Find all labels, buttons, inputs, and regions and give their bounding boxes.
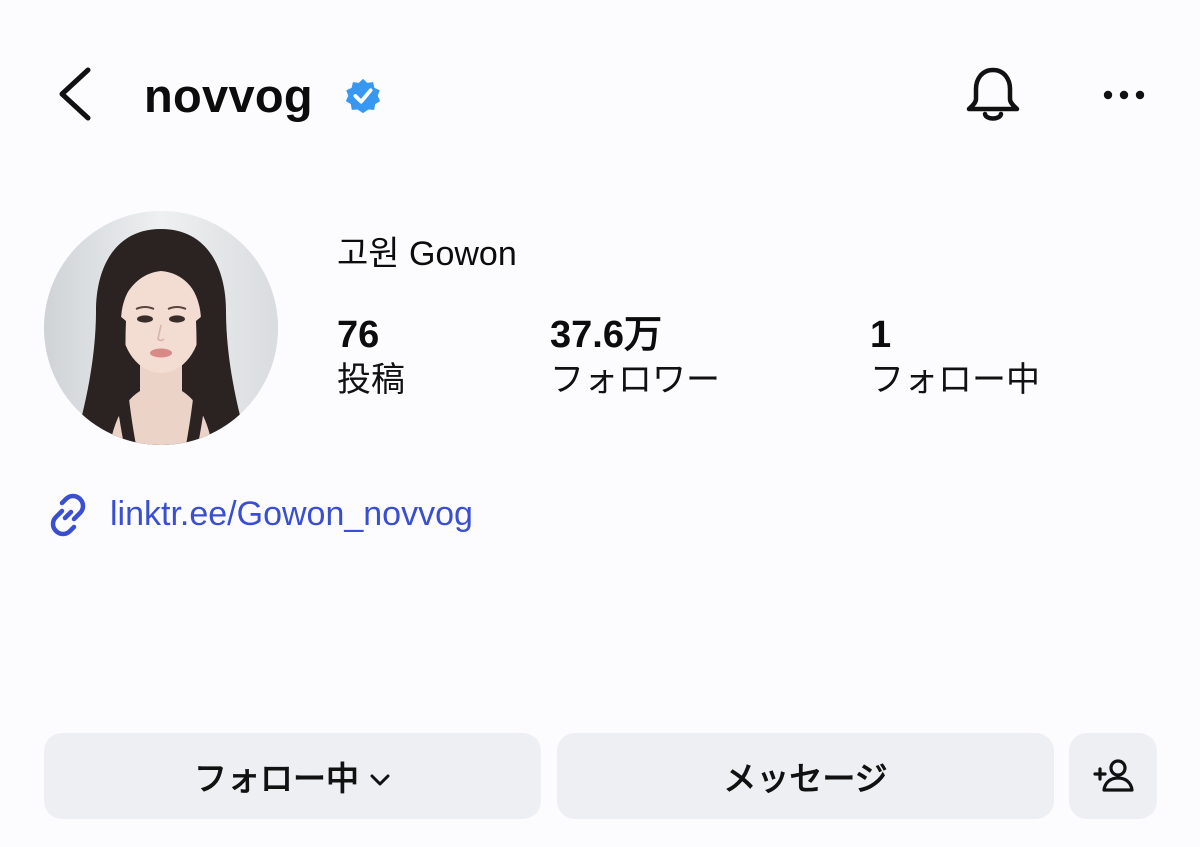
more-options-button[interactable]: [1098, 78, 1150, 112]
message-button[interactable]: メッセージ: [557, 733, 1054, 819]
posts-label: 投稿: [337, 361, 405, 399]
following-dropdown-button[interactable]: フォロー中: [44, 733, 541, 819]
back-button[interactable]: [52, 62, 100, 126]
chevron-down-icon: [369, 757, 391, 795]
posts-count: 76: [337, 314, 380, 356]
bell-icon: [966, 67, 1020, 121]
profile-username: novvog: [144, 69, 313, 122]
suggest-people-button[interactable]: [1069, 733, 1157, 819]
message-button-label: メッセージ: [723, 760, 888, 797]
display-name: 고원 Gowon: [337, 235, 517, 273]
more-horizontal-icon: [1103, 90, 1145, 100]
posts-stat[interactable]: 76 投稿: [337, 312, 405, 402]
following-count: 1: [870, 314, 892, 356]
following-stat[interactable]: 1 フォロー中: [870, 312, 1040, 402]
profile-link[interactable]: linktr.ee/Gowon_novvog: [110, 492, 473, 536]
notifications-button[interactable]: [960, 62, 1026, 128]
link-icon: [44, 491, 92, 539]
add-person-icon: [1093, 759, 1134, 792]
followers-label: フォロワー: [550, 361, 720, 399]
verified-badge-icon: [344, 77, 382, 115]
following-label: フォロー中: [870, 361, 1040, 399]
followers-count: 37.6万: [550, 314, 662, 356]
followers-stat[interactable]: 37.6万 フォロワー: [550, 312, 720, 402]
following-button-label: フォロー中: [194, 760, 359, 797]
profile-avatar[interactable]: [44, 211, 278, 445]
chevron-left-icon: [59, 67, 91, 121]
